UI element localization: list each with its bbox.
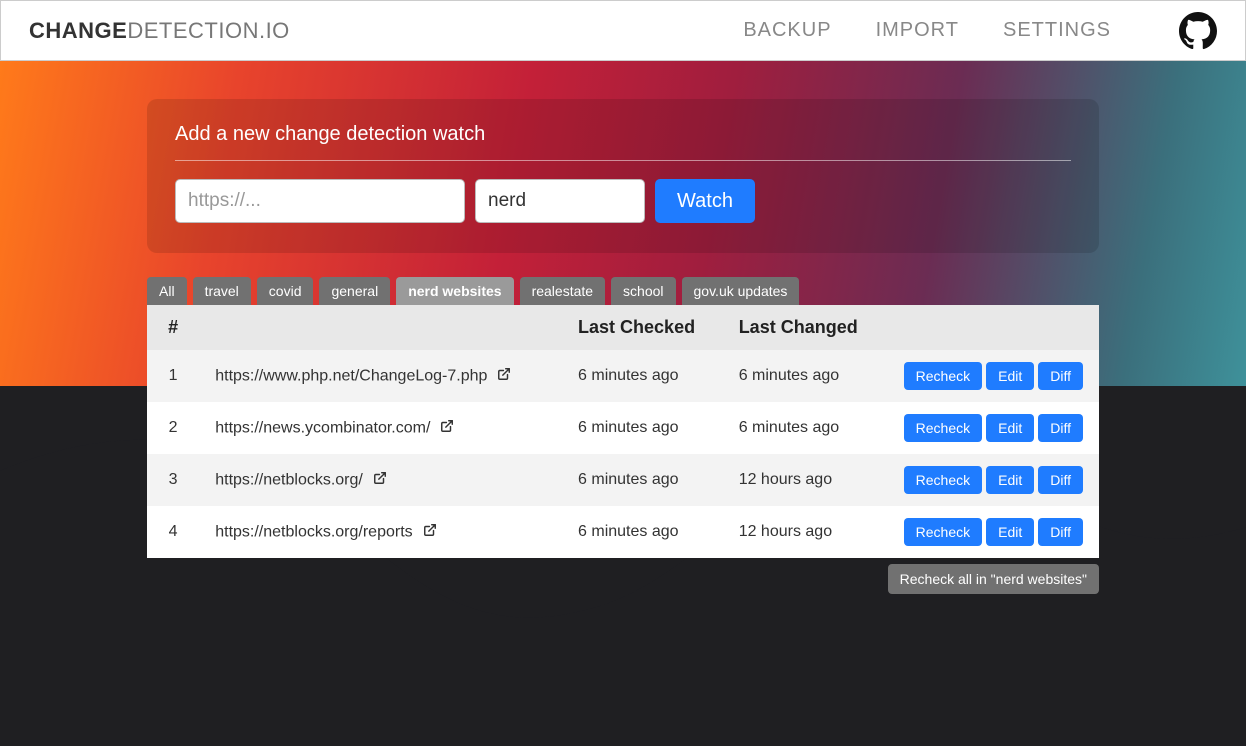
table-row: 3https://netblocks.org/6 minutes ago12 h… — [147, 454, 1099, 506]
add-watch-box: Add a new change detection watch Watch — [147, 99, 1099, 253]
external-link-icon[interactable] — [440, 419, 454, 438]
recheck-button[interactable]: Recheck — [904, 518, 982, 546]
row-actions: RecheckEditDiff — [884, 350, 1099, 402]
tag-all[interactable]: All — [147, 277, 187, 305]
tag-input[interactable] — [475, 179, 645, 223]
row-idx: 4 — [147, 506, 199, 558]
brand[interactable]: CHANGEDETECTION.IO — [29, 18, 290, 44]
diff-button[interactable]: Diff — [1038, 414, 1083, 442]
th-actions — [884, 305, 1099, 350]
table-row: 4https://netblocks.org/reports6 minutes … — [147, 506, 1099, 558]
external-link-icon[interactable] — [497, 367, 511, 386]
row-idx: 2 — [147, 402, 199, 454]
add-watch-row: Watch — [175, 179, 1071, 223]
tag-realestate[interactable]: realestate — [520, 277, 605, 305]
row-actions: RecheckEditDiff — [884, 506, 1099, 558]
recheck-button[interactable]: Recheck — [904, 362, 982, 390]
recheck-all-wrap: Recheck all in "nerd websites" — [147, 564, 1099, 594]
main-content: Add a new change detection watch Watch A… — [147, 61, 1099, 594]
row-last-changed: 12 hours ago — [723, 506, 884, 558]
row-url[interactable]: https://www.php.net/ChangeLog-7.php — [199, 350, 562, 402]
row-url[interactable]: https://netblocks.org/reports — [199, 506, 562, 558]
nav-import[interactable]: IMPORT — [876, 19, 959, 42]
tag-school[interactable]: school — [611, 277, 675, 305]
row-last-changed: 6 minutes ago — [723, 402, 884, 454]
row-last-checked: 6 minutes ago — [562, 350, 723, 402]
row-url[interactable]: https://netblocks.org/ — [199, 454, 562, 506]
nav-links: BACKUP IMPORT SETTINGS — [743, 12, 1217, 50]
row-idx: 3 — [147, 454, 199, 506]
tag-covid[interactable]: covid — [257, 277, 314, 305]
row-last-changed: 12 hours ago — [723, 454, 884, 506]
row-last-checked: 6 minutes ago — [562, 506, 723, 558]
diff-button[interactable]: Diff — [1038, 466, 1083, 494]
brand-bold: CHANGE — [29, 18, 127, 43]
row-last-changed: 6 minutes ago — [723, 350, 884, 402]
tag-filter-bar: Alltravelcovidgeneralnerd websitesreales… — [147, 277, 1099, 305]
edit-button[interactable]: Edit — [986, 466, 1034, 494]
th-last-checked[interactable]: Last Checked — [562, 305, 723, 350]
th-idx[interactable]: # — [147, 305, 199, 350]
row-url[interactable]: https://news.ycombinator.com/ — [199, 402, 562, 454]
github-icon[interactable] — [1179, 12, 1217, 50]
row-actions: RecheckEditDiff — [884, 454, 1099, 506]
recheck-button[interactable]: Recheck — [904, 414, 982, 442]
tag-gov.uk-updates[interactable]: gov.uk updates — [682, 277, 800, 305]
tag-general[interactable]: general — [319, 277, 390, 305]
edit-button[interactable]: Edit — [986, 362, 1034, 390]
tag-travel[interactable]: travel — [193, 277, 251, 305]
external-link-icon[interactable] — [373, 471, 387, 490]
table-header-row: # Last Checked Last Changed — [147, 305, 1099, 350]
table-row: 1https://www.php.net/ChangeLog-7.php6 mi… — [147, 350, 1099, 402]
row-actions: RecheckEditDiff — [884, 402, 1099, 454]
th-last-changed[interactable]: Last Changed — [723, 305, 884, 350]
external-link-icon[interactable] — [423, 523, 437, 542]
row-last-checked: 6 minutes ago — [562, 402, 723, 454]
watch-table: # Last Checked Last Changed 1https://www… — [147, 305, 1099, 558]
edit-button[interactable]: Edit — [986, 518, 1034, 546]
nav-backup[interactable]: BACKUP — [743, 19, 831, 42]
edit-button[interactable]: Edit — [986, 414, 1034, 442]
table-row: 2https://news.ycombinator.com/6 minutes … — [147, 402, 1099, 454]
row-idx: 1 — [147, 350, 199, 402]
recheck-button[interactable]: Recheck — [904, 466, 982, 494]
brand-rest: DETECTION.IO — [127, 18, 289, 43]
url-input[interactable] — [175, 179, 465, 223]
add-watch-title: Add a new change detection watch — [175, 123, 1071, 161]
th-url — [199, 305, 562, 350]
watch-button[interactable]: Watch — [655, 179, 755, 223]
diff-button[interactable]: Diff — [1038, 362, 1083, 390]
nav-settings[interactable]: SETTINGS — [1003, 19, 1111, 42]
diff-button[interactable]: Diff — [1038, 518, 1083, 546]
topbar: CHANGEDETECTION.IO BACKUP IMPORT SETTING… — [0, 0, 1246, 61]
tag-nerd-websites[interactable]: nerd websites — [396, 277, 513, 305]
recheck-all-button[interactable]: Recheck all in "nerd websites" — [888, 564, 1099, 594]
row-last-checked: 6 minutes ago — [562, 454, 723, 506]
